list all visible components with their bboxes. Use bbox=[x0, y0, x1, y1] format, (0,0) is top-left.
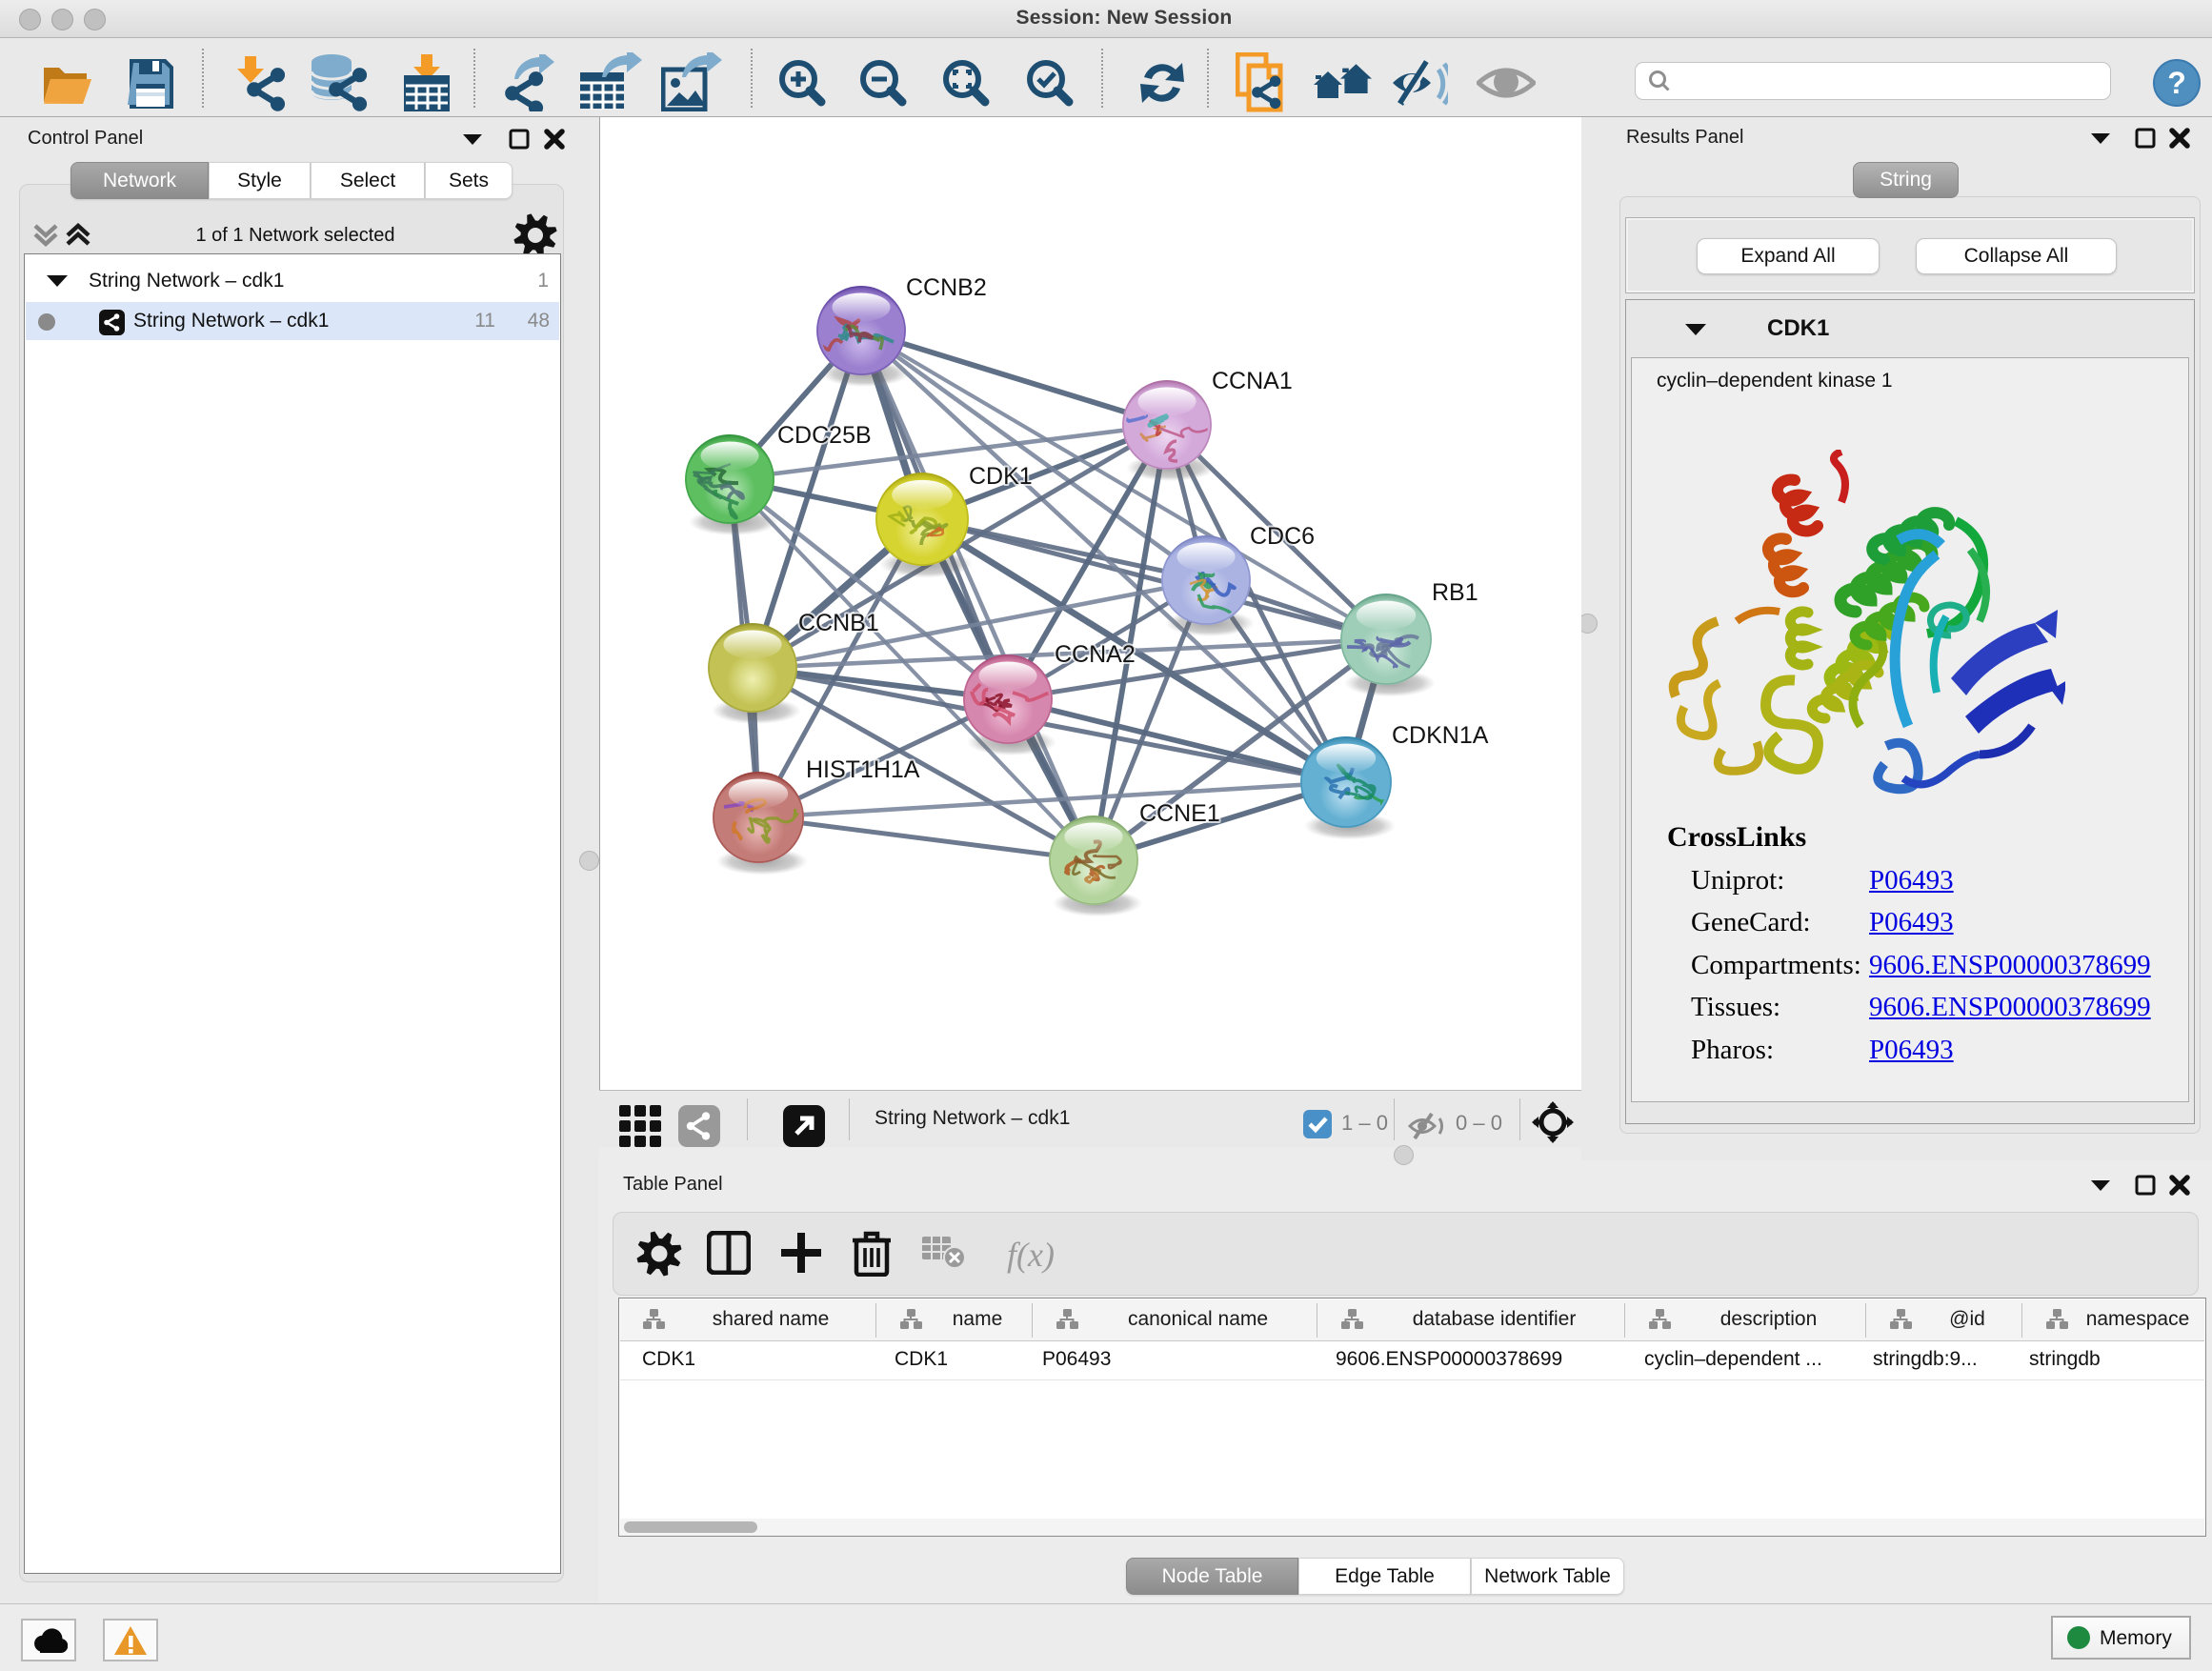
svg-text:CCNB1: CCNB1 bbox=[798, 610, 879, 636]
svg-text:HIST1H1A: HIST1H1A bbox=[806, 756, 920, 783]
svg-text:CCNA1: CCNA1 bbox=[1212, 368, 1293, 394]
svg-text:CDK1: CDK1 bbox=[969, 463, 1033, 490]
svg-text:CCNA2: CCNA2 bbox=[1055, 641, 1136, 668]
svg-text:?: ? bbox=[2167, 66, 2186, 100]
svg-text:CDC25B: CDC25B bbox=[777, 422, 872, 449]
svg-text:RB1: RB1 bbox=[1432, 579, 1478, 606]
svg-text:CCNE1: CCNE1 bbox=[1139, 800, 1220, 827]
svg-text:CCNB2: CCNB2 bbox=[906, 274, 987, 301]
svg-text:CDKN1A: CDKN1A bbox=[1392, 722, 1489, 749]
svg-text:CDC6: CDC6 bbox=[1250, 523, 1315, 550]
